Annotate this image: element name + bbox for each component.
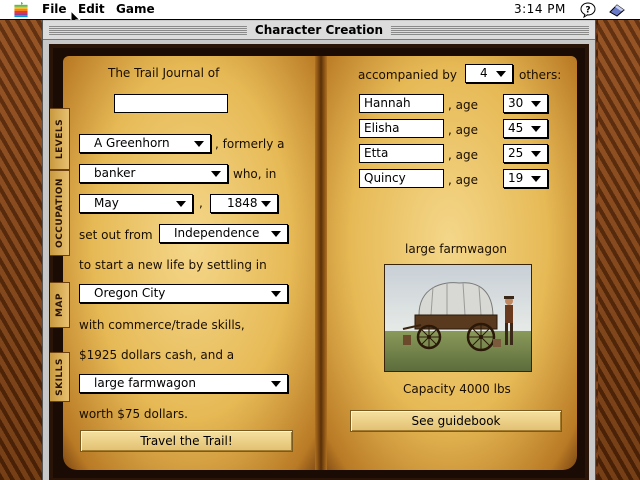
right-wallpaper-border bbox=[598, 20, 640, 480]
tab-levels-label: LEVELS bbox=[54, 118, 65, 160]
origin-popup[interactable]: Independence bbox=[159, 224, 288, 243]
companion-1-age-value: 30 bbox=[508, 96, 524, 110]
application-menu-icon[interactable] bbox=[608, 2, 626, 18]
destination-value: Oregon City bbox=[94, 286, 166, 300]
svg-text:?: ? bbox=[585, 6, 590, 16]
set-out-text: set out from bbox=[79, 228, 153, 242]
companion-4-age-label: , age bbox=[448, 173, 478, 187]
worth-text: worth $75 dollars. bbox=[79, 407, 188, 421]
chevron-down-icon bbox=[261, 201, 271, 207]
month-value: May bbox=[94, 196, 119, 210]
new-life-text: to start a new life by settling in bbox=[79, 258, 267, 272]
chevron-down-icon bbox=[531, 151, 541, 157]
chevron-down-icon bbox=[271, 231, 281, 237]
origin-value: Independence bbox=[174, 226, 260, 240]
help-balloon-icon[interactable]: ? bbox=[580, 2, 596, 18]
tab-occupation-label: OCCUPATION bbox=[54, 178, 65, 248]
chevron-down-icon bbox=[531, 101, 541, 107]
destination-popup[interactable]: Oregon City bbox=[79, 284, 288, 303]
companion-3-age-popup[interactable]: 25 bbox=[503, 144, 548, 163]
companion-1-age-label: , age bbox=[448, 98, 478, 112]
skills-text: with commerce/trade skills, bbox=[79, 318, 245, 332]
companion-2-age-label: , age bbox=[448, 123, 478, 137]
occupation-value: banker bbox=[94, 166, 136, 180]
companion-3-age-label: , age bbox=[448, 148, 478, 162]
tab-occupation[interactable]: OCCUPATION bbox=[50, 170, 70, 256]
companion-4-age-popup[interactable]: 19 bbox=[503, 169, 548, 188]
companion-count-value: 4 bbox=[480, 66, 488, 80]
journal-label: The Trail Journal of bbox=[108, 66, 220, 80]
who-in-text: who, in bbox=[233, 167, 277, 181]
date-comma: , bbox=[199, 196, 203, 210]
tab-skills[interactable]: SKILLS bbox=[50, 352, 70, 402]
chevron-down-icon bbox=[271, 381, 281, 387]
player-name-field[interactable] bbox=[114, 94, 228, 113]
companion-1-age-popup[interactable]: 30 bbox=[503, 94, 548, 113]
menubar: File Edit Game 3:14 PM ? bbox=[0, 0, 640, 20]
left-wallpaper-border bbox=[0, 20, 42, 480]
menubar-clock[interactable]: 3:14 PM bbox=[514, 2, 566, 16]
chevron-down-icon bbox=[194, 141, 204, 147]
tab-levels[interactable]: LEVELS bbox=[50, 108, 70, 170]
others-text: others: bbox=[519, 68, 562, 82]
window-title: Character Creation bbox=[246, 23, 392, 37]
month-popup[interactable]: May bbox=[79, 194, 193, 213]
chevron-down-icon bbox=[176, 201, 186, 207]
see-guidebook-button[interactable]: See guidebook bbox=[350, 410, 562, 432]
companion-count-popup[interactable]: 4 bbox=[465, 64, 513, 83]
chevron-down-icon bbox=[496, 71, 506, 77]
chevron-down-icon bbox=[211, 171, 221, 177]
companion-2-age-popup[interactable]: 45 bbox=[503, 119, 548, 138]
wagon-image bbox=[384, 264, 532, 372]
cash-text: $1925 dollars cash, and a bbox=[79, 348, 235, 362]
companion-3-name-field[interactable]: Etta bbox=[359, 144, 444, 163]
companion-1-name-field[interactable]: Hannah bbox=[359, 94, 444, 113]
companion-4-age-value: 19 bbox=[508, 171, 524, 185]
wagon-popup[interactable]: large farmwagon bbox=[79, 374, 288, 393]
menu-game[interactable]: Game bbox=[116, 2, 155, 16]
covered-wagon-illustration bbox=[385, 265, 531, 371]
book-spine bbox=[315, 56, 327, 470]
year-popup[interactable]: 1848 bbox=[210, 194, 278, 213]
companion-3-age-value: 25 bbox=[508, 146, 524, 160]
wagon-value: large farmwagon bbox=[94, 376, 196, 390]
level-popup[interactable]: A Greenhorn bbox=[79, 134, 211, 153]
accompanied-text: accompanied by bbox=[358, 68, 458, 82]
menu-file[interactable]: File bbox=[42, 2, 67, 16]
chevron-down-icon bbox=[271, 291, 281, 297]
formerly-text: , formerly a bbox=[215, 137, 285, 151]
apple-menu-icon[interactable] bbox=[14, 2, 28, 17]
tab-map[interactable]: MAP bbox=[50, 282, 70, 328]
travel-trail-button[interactable]: Travel the Trail! bbox=[80, 430, 293, 452]
occupation-popup[interactable]: banker bbox=[79, 164, 228, 183]
year-value: 1848 bbox=[227, 196, 258, 210]
companion-2-age-value: 45 bbox=[508, 121, 524, 135]
chevron-down-icon bbox=[531, 126, 541, 132]
wagon-title: large farmwagon bbox=[405, 242, 507, 256]
companion-2-name-field[interactable]: Elisha bbox=[359, 119, 444, 138]
window-titlebar[interactable]: Character Creation bbox=[43, 21, 595, 40]
tab-skills-label: SKILLS bbox=[54, 358, 65, 396]
level-value: A Greenhorn bbox=[94, 136, 170, 150]
chevron-down-icon bbox=[531, 176, 541, 182]
companion-4-name-field[interactable]: Quincy bbox=[359, 169, 444, 188]
capacity-text: Capacity 4000 lbs bbox=[403, 382, 511, 396]
tab-map-label: MAP bbox=[54, 292, 65, 318]
